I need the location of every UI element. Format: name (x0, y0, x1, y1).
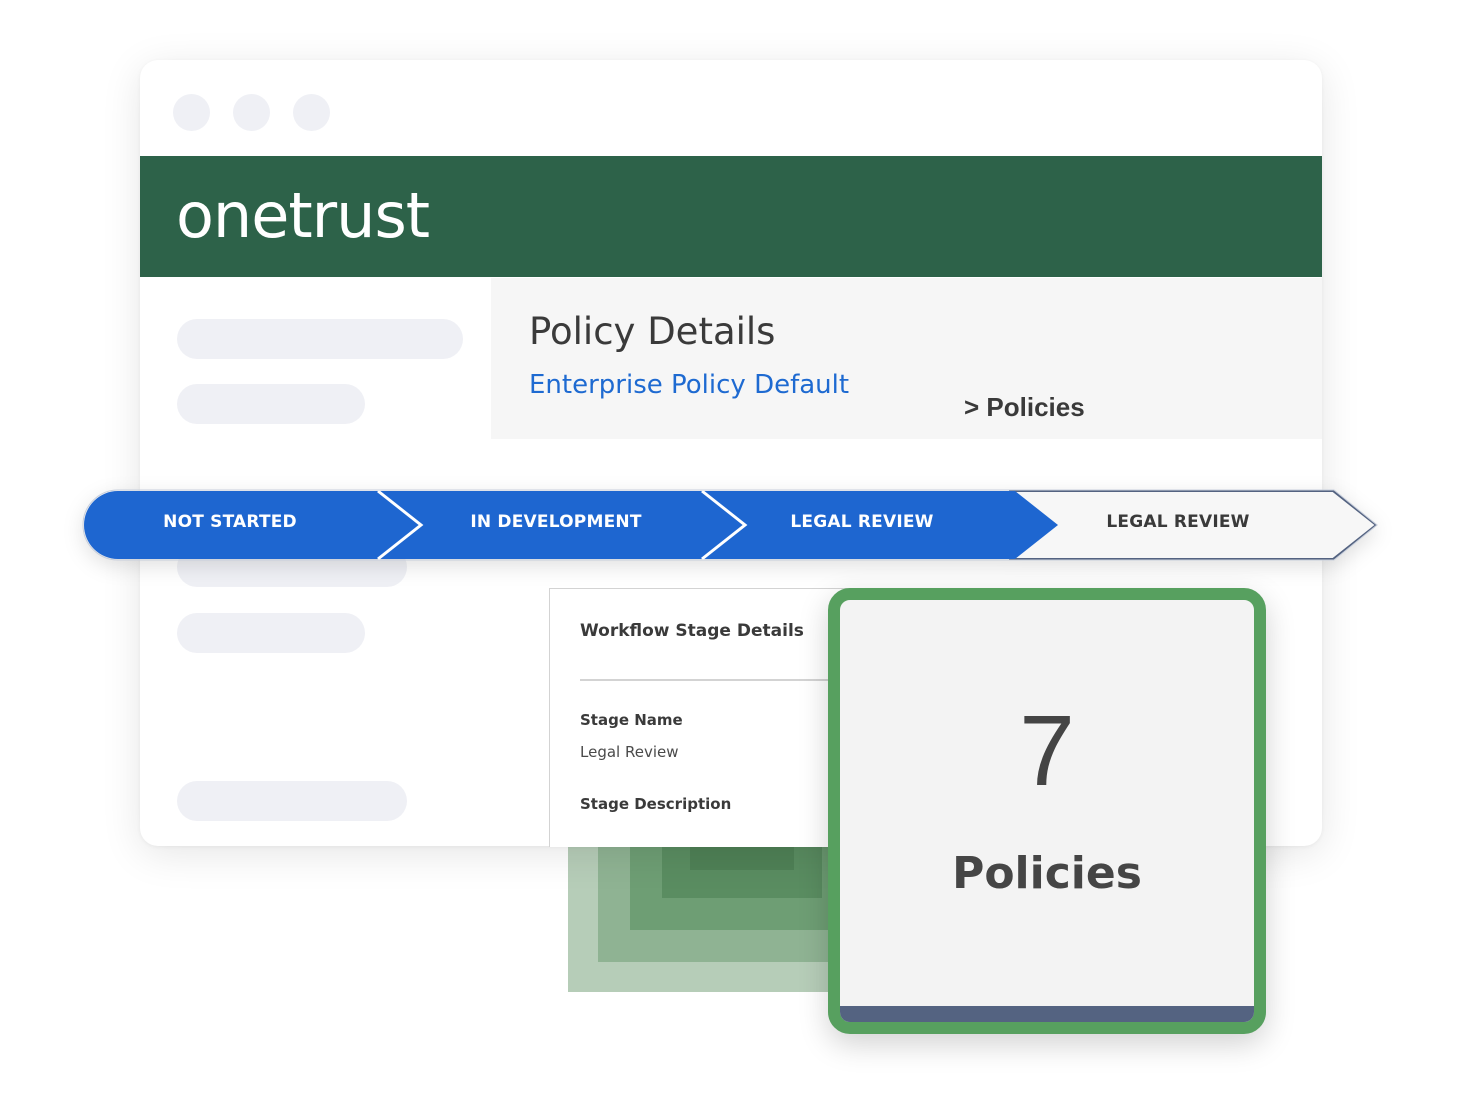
workflow-step-legal-review-pending[interactable]: LEGAL REVIEW (1068, 512, 1288, 532)
window-maximize-dot[interactable] (293, 94, 330, 131)
workflow-step-legal-review[interactable]: LEGAL REVIEW (752, 512, 972, 532)
policies-count-label: Policies (952, 848, 1142, 899)
details-title: Workflow Stage Details (580, 621, 804, 641)
sidebar-item-placeholder[interactable] (177, 781, 407, 821)
policy-name-link[interactable]: Enterprise Policy Default (529, 370, 849, 400)
policies-count: 7 (1019, 695, 1075, 807)
page-title: Policy Details (529, 310, 776, 353)
onetrust-logo[interactable]: onetrust (176, 176, 430, 256)
breadcrumb[interactable]: > Policies (964, 392, 1085, 423)
workflow-stage-details-card: Workflow Stage Details Stage Name Legal … (549, 588, 871, 847)
stage: onetrust Policy Details Enterprise Polic… (0, 0, 1460, 1100)
sidebar-item-placeholder[interactable] (177, 613, 365, 653)
details-divider (580, 679, 840, 681)
decorative-layer (690, 846, 794, 870)
count-card-footer (840, 1006, 1254, 1022)
window-minimize-dot[interactable] (233, 94, 270, 131)
workflow-step-not-started[interactable]: NOT STARTED (120, 512, 340, 532)
workflow-step-in-development[interactable]: IN DEVELOPMENT (426, 512, 686, 532)
sidebar-item-placeholder[interactable] (177, 319, 463, 359)
sidebar-item-placeholder[interactable] (177, 384, 365, 424)
window-close-dot[interactable] (173, 94, 210, 131)
stage-description-label: Stage Description (580, 795, 732, 813)
brand-header: onetrust (140, 156, 1322, 277)
policies-count-card[interactable]: 7 Policies (828, 588, 1266, 1034)
stage-name-label: Stage Name (580, 711, 683, 729)
workflow-stepper: NOT STARTED IN DEVELOPMENT LEGAL REVIEW … (80, 488, 1380, 564)
policy-header-panel: Policy Details Enterprise Policy Default… (491, 278, 1322, 439)
stage-name-value: Legal Review (580, 743, 679, 761)
